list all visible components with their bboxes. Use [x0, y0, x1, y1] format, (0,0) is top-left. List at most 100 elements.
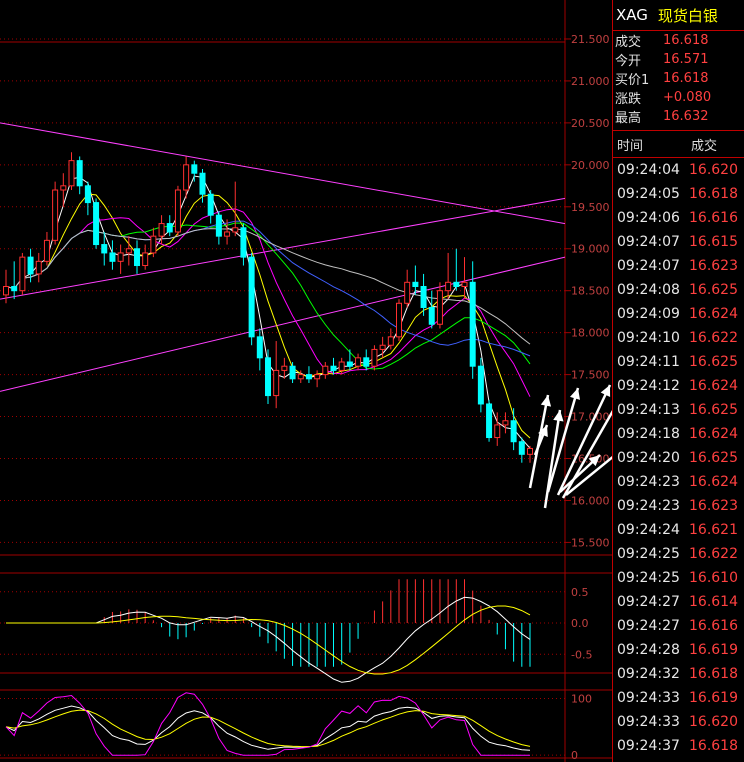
- tick-price: 16.620: [689, 162, 738, 178]
- candle-body: [428, 306, 435, 325]
- tick-time: 09:24:11: [617, 354, 680, 370]
- candle-body: [240, 227, 247, 258]
- candle-body: [273, 369, 280, 397]
- candle-body: [232, 227, 239, 233]
- quote-label: 成交: [615, 35, 642, 50]
- candle-body: [174, 189, 181, 233]
- ticks-header-time: 时间: [617, 138, 644, 154]
- candle-body: [224, 231, 231, 237]
- candle-body: [502, 420, 509, 426]
- tick-price: 16.621: [689, 522, 738, 538]
- y-tick-label: 15.500: [571, 536, 610, 549]
- tick-row: 09:24:28 16.619: [613, 638, 744, 662]
- tick-time: 09:24:08: [617, 282, 680, 298]
- tick-row: 09:24:10 16.622: [613, 326, 744, 350]
- macd-tick-label: -0.5: [571, 648, 592, 661]
- quote-row: 涨跌 +0.080: [613, 88, 744, 107]
- y-tick-label: 21.000: [571, 75, 610, 88]
- candle-body: [27, 256, 34, 275]
- chart-grid: [0, 0, 612, 762]
- tick-row: 09:24:05 16.618: [613, 182, 744, 206]
- tick-row: 09:24:24 16.621: [613, 518, 744, 542]
- tick-price: 16.619: [689, 642, 738, 658]
- tick-list[interactable]: 09:24:04 16.620 09:24:05 16.618 09:24:06 16.6…: [613, 158, 744, 758]
- candle-body: [289, 365, 296, 380]
- kdj-tick-label: 100: [571, 693, 592, 706]
- tick-time: 09:24:37: [617, 738, 680, 754]
- candle-body: [371, 348, 378, 367]
- y-tick-label: 20.000: [571, 159, 610, 172]
- arrow-shaft: [528, 394, 550, 489]
- candle-body: [158, 223, 165, 237]
- tick-time: 09:24:07: [617, 258, 680, 274]
- quote-value: 16.632: [663, 109, 709, 124]
- candle-body: [43, 239, 50, 262]
- tick-time: 09:24:05: [617, 186, 680, 202]
- tick-price: 16.625: [689, 450, 738, 466]
- candle-body: [305, 374, 312, 380]
- tick-price: 16.616: [689, 618, 738, 634]
- quote-label: 涨跌: [615, 92, 642, 107]
- quote-row: 买价1 16.618: [613, 69, 744, 88]
- candle-body: [76, 160, 83, 187]
- y-tick-label: 17.500: [571, 369, 610, 382]
- candle-body: [150, 235, 157, 254]
- tick-price: 16.622: [689, 546, 738, 562]
- candle-body: [338, 361, 345, 371]
- tick-row: 09:24:25 16.610: [613, 566, 744, 590]
- tick-row: 09:24:37 16.618: [613, 734, 744, 758]
- tick-time: 09:24:27: [617, 594, 680, 610]
- candle-body: [101, 244, 108, 254]
- tick-price: 16.620: [689, 714, 738, 730]
- kdj-line: [5, 692, 530, 756]
- tick-price: 16.616: [689, 210, 738, 226]
- candle-body: [461, 281, 468, 287]
- quote-label: 最高: [615, 111, 642, 126]
- tick-time: 09:24:25: [617, 570, 680, 586]
- ma-line: [5, 175, 531, 449]
- kdj-panel: [0, 692, 565, 756]
- candle-body: [387, 336, 394, 346]
- tick-price: 16.624: [689, 474, 738, 490]
- tick-price: 16.610: [689, 570, 738, 586]
- candle-body: [166, 223, 173, 233]
- candle-body: [486, 403, 493, 439]
- candle-body: [265, 357, 271, 397]
- candle-body: [494, 424, 501, 439]
- candle-body: [109, 252, 116, 262]
- tick-row: 09:24:13 16.625: [613, 398, 744, 422]
- tick-price: 16.618: [689, 666, 738, 682]
- tick-row: 09:24:23 16.623: [613, 494, 744, 518]
- candle-body: [527, 447, 533, 455]
- candle-body: [445, 281, 452, 292]
- kdj-tick-label: 0: [571, 749, 578, 762]
- ticks-header-price: 成交: [691, 138, 718, 154]
- quote-value: 16.571: [663, 52, 709, 67]
- candle-body: [207, 193, 214, 216]
- candle-body: [379, 344, 386, 350]
- candle-body: [281, 365, 288, 371]
- candle-body: [412, 281, 419, 287]
- candle-body: [199, 172, 206, 195]
- candle-body: [404, 281, 411, 304]
- tick-row: 09:24:33 16.620: [613, 710, 744, 734]
- tick-row: 09:24:07 16.615: [613, 230, 744, 254]
- tick-row: 09:24:12 16.624: [613, 374, 744, 398]
- symbol-header: XAG 现货白银: [613, 0, 744, 31]
- tick-time: 09:24:20: [617, 450, 680, 466]
- candle-body: [142, 252, 149, 267]
- y-tick-label: 18.000: [571, 327, 610, 340]
- price-chart[interactable]: 21.500 21.000 20.500 20.000 19.500 19.000 18.5…: [0, 0, 612, 762]
- kdj-line: [5, 709, 531, 748]
- y-tick-label: 20.500: [571, 117, 610, 130]
- tick-row: 09:24:08 16.625: [613, 278, 744, 302]
- quote-value: 16.618: [663, 71, 709, 86]
- tick-price: 16.623: [689, 258, 738, 274]
- arrow-head: [553, 410, 564, 422]
- candle-body: [134, 248, 140, 267]
- tick-time: 09:24:12: [617, 378, 680, 394]
- tick-row: 09:24:25 16.622: [613, 542, 744, 566]
- tick-price: 16.614: [689, 594, 738, 610]
- quote-rows: 成交 16.618 今开 16.571 买价1 16.618 涨跌 +0.080 最高 16.63…: [613, 31, 744, 126]
- candle-body: [11, 286, 18, 292]
